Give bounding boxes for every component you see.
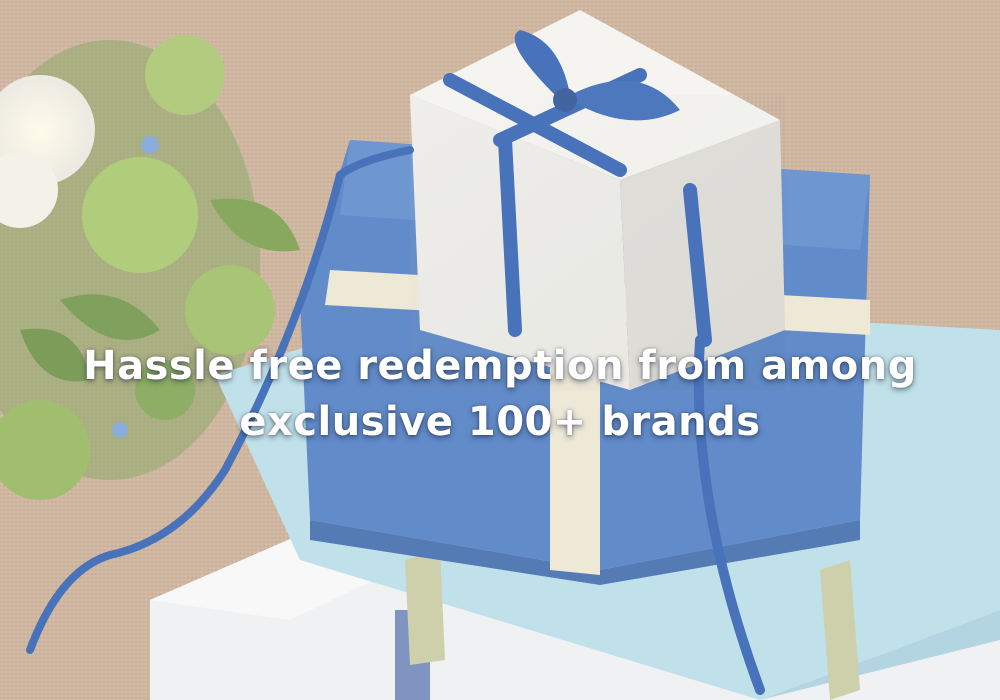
banner-headline: Hassle free redemption from among exclus…: [0, 338, 1000, 450]
headline-line-2: exclusive 100+ brands: [239, 399, 761, 445]
banner-scene: Hassle free redemption from among exclus…: [0, 0, 1000, 700]
headline-line-1: Hassle free redemption from among: [83, 343, 917, 389]
